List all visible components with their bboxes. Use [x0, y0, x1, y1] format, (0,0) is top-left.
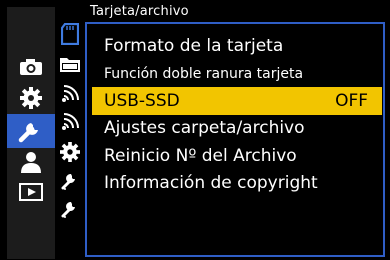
card-icon[interactable]	[57, 22, 83, 46]
signal-icon-1[interactable]	[57, 82, 83, 106]
menu-item-ajustes-carpeta[interactable]: Ajustes carpeta/archivo	[92, 114, 382, 142]
signal-icon-2[interactable]	[57, 110, 83, 134]
menu-item-label: Formato de la tarjeta	[104, 36, 284, 56]
gear-icon[interactable]	[17, 86, 45, 110]
menu-item-label: Información de copyright	[104, 173, 318, 193]
menu-item-label: Función doble ranura tarjeta	[104, 66, 304, 82]
wrench-icon[interactable]	[17, 118, 45, 143]
menu-item-value: OFF	[335, 91, 368, 111]
menu-panel-frame-bottom	[85, 255, 385, 257]
menu-item-label: Reinicio Nº del Archivo	[104, 146, 297, 166]
person-icon[interactable]	[17, 150, 45, 174]
camera-icon[interactable]	[17, 55, 45, 79]
menu-item-usb-ssd[interactable]: USB-SSD OFF	[92, 87, 382, 115]
folder-icon[interactable]	[57, 52, 83, 76]
wrench-small-icon-1[interactable]	[57, 168, 83, 192]
page-title: Tarjeta/archivo	[90, 4, 189, 19]
menu-item-label: Ajustes carpeta/archivo	[104, 118, 305, 138]
gear-icon[interactable]	[57, 140, 83, 164]
menu-panel-frame-right	[383, 22, 385, 257]
menu-item-formato-tarjeta[interactable]: Formato de la tarjeta	[92, 32, 382, 60]
menu-item-label: USB-SSD	[104, 91, 180, 111]
wrench-small-icon-2[interactable]	[57, 196, 83, 220]
menu-item-reinicio-archivo[interactable]: Reinicio Nº del Archivo	[92, 142, 382, 170]
playback-icon[interactable]	[17, 180, 45, 204]
camera-menu-screen: Tarjeta/archivo Formato de la tarjeta Fu…	[0, 0, 390, 260]
menu-item-informacion-copyright[interactable]: Información de copyright	[92, 169, 382, 197]
menu-item-funcion-doble-ranura[interactable]: Función doble ranura tarjeta	[92, 60, 382, 88]
